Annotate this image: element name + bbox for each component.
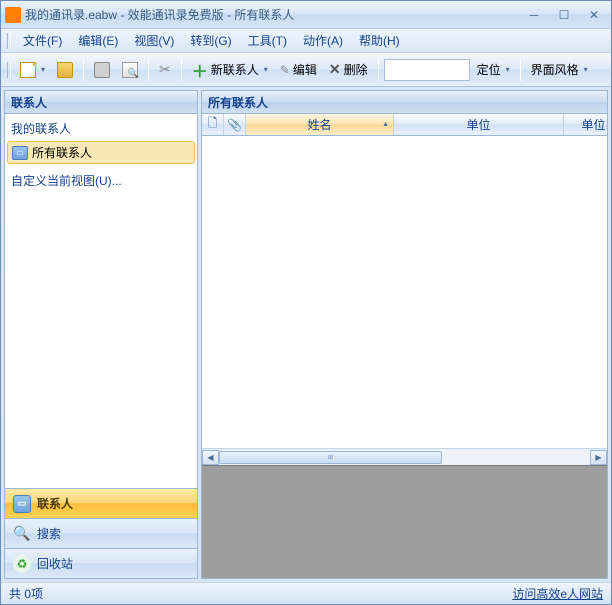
folder-open-icon	[57, 62, 73, 78]
delete-label: 删除	[344, 61, 368, 78]
close-button[interactable]: ✕	[581, 7, 607, 23]
open-button[interactable]	[52, 58, 78, 82]
scroll-track[interactable]	[219, 450, 590, 465]
main-pane: 所有联系人 🗋 📎 姓名 单位 单位 ◀ ▶	[201, 90, 608, 579]
content-area: 联系人 我的联系人 ▭ 所有联系人 自定义当前视图(U)... ▭ 联系人 🔍 …	[1, 87, 611, 582]
main-header: 所有联系人	[202, 91, 607, 114]
nav-search-label: 搜索	[37, 525, 61, 542]
app-icon	[5, 7, 21, 23]
toolbar: ▾ ✂ ＋ 新联系人 ▾ ✎ 编辑 ✕ 删除 定位▾ 界面风格▾	[1, 53, 611, 87]
menu-action[interactable]: 动作(A)	[297, 30, 349, 51]
horizontal-scrollbar[interactable]: ◀ ▶	[202, 448, 607, 465]
contacts-grid: 🗋 📎 姓名 单位 单位	[202, 114, 607, 448]
magnifier-icon: 🔍	[13, 525, 31, 543]
search-input[interactable]	[384, 59, 470, 81]
menu-goto[interactable]: 转到(G)	[184, 30, 237, 51]
delete-icon: ✕	[329, 61, 341, 78]
nav-recycle[interactable]: ♻ 回收站	[5, 548, 197, 578]
nav-recycle-label: 回收站	[37, 555, 73, 572]
titlebar: 我的通讯录.eabw - 效能通讯录免费版 - 所有联系人 ─ ☐ ✕	[1, 1, 611, 29]
customize-view-link[interactable]: 自定义当前视图(U)...	[7, 166, 195, 195]
toolbar-grip-icon	[7, 62, 11, 78]
paperclip-icon: 📎	[227, 118, 242, 132]
detail-panel	[202, 465, 607, 578]
menu-file[interactable]: 文件(F)	[17, 30, 68, 51]
plus-icon: ＋	[192, 58, 208, 82]
cut-button[interactable]: ✂	[154, 58, 176, 82]
scroll-thumb[interactable]	[219, 451, 442, 464]
statusbar: 共 0项 访问高效e人网站	[1, 582, 611, 604]
website-link[interactable]: 访问高效e人网站	[512, 585, 603, 602]
scissors-icon: ✂	[159, 61, 171, 78]
sidebar-header: 联系人	[5, 91, 197, 114]
recycle-icon: ♻	[13, 555, 31, 573]
menu-grip-icon	[7, 33, 11, 49]
contacts-tree: 我的联系人 ▭ 所有联系人 自定义当前视图(U)...	[5, 114, 197, 488]
grid-header-row: 🗋 📎 姓名 单位 单位	[202, 114, 607, 136]
new-file-icon	[20, 62, 36, 78]
scroll-right-button[interactable]: ▶	[590, 450, 607, 465]
preview-button[interactable]	[117, 58, 143, 82]
contacts-card-icon: ▭	[12, 146, 28, 160]
print-button[interactable]	[89, 58, 115, 82]
menu-tools[interactable]: 工具(T)	[242, 30, 293, 51]
col-company[interactable]: 单位	[394, 114, 564, 135]
col-type[interactable]: 🗋	[202, 114, 224, 135]
locate-label: 定位	[477, 61, 501, 78]
menu-help[interactable]: 帮助(H)	[353, 30, 406, 51]
edit-button[interactable]: ✎ 编辑	[275, 58, 322, 82]
menu-edit[interactable]: 编辑(E)	[72, 30, 124, 51]
delete-button[interactable]: ✕ 删除	[324, 58, 373, 82]
sidebar: 联系人 我的联系人 ▭ 所有联系人 自定义当前视图(U)... ▭ 联系人 🔍 …	[4, 90, 198, 579]
app-window: 我的通讯录.eabw - 效能通讯录免费版 - 所有联系人 ─ ☐ ✕ 文件(F…	[0, 0, 612, 605]
all-contacts-label: 所有联系人	[32, 144, 92, 161]
col-unit2[interactable]: 单位	[564, 114, 607, 135]
menubar: 文件(F) 编辑(E) 视图(V) 转到(G) 工具(T) 动作(A) 帮助(H…	[1, 29, 611, 53]
nav-section: ▭ 联系人 🔍 搜索 ♻ 回收站	[5, 488, 197, 578]
page-icon: 🗋	[208, 114, 218, 135]
nav-contacts-label: 联系人	[37, 495, 73, 512]
new-contact-label: 新联系人	[211, 61, 259, 78]
edit-label: 编辑	[293, 61, 317, 78]
print-icon	[94, 62, 110, 78]
locate-button[interactable]: 定位▾	[472, 58, 515, 82]
maximize-button[interactable]: ☐	[551, 7, 577, 23]
nav-contacts[interactable]: ▭ 联系人	[5, 488, 197, 518]
contacts-icon: ▭	[13, 495, 31, 513]
print-preview-icon	[122, 62, 138, 78]
col-attach[interactable]: 📎	[224, 114, 246, 135]
scroll-left-button[interactable]: ◀	[202, 450, 219, 465]
theme-label: 界面风格	[531, 61, 579, 78]
window-title: 我的通讯录.eabw - 效能通讯录免费版 - 所有联系人	[25, 6, 521, 23]
pencil-icon: ✎	[280, 63, 290, 77]
new-contact-button[interactable]: ＋ 新联系人 ▾	[187, 58, 273, 82]
col-name[interactable]: 姓名	[246, 114, 394, 135]
new-file-button[interactable]: ▾	[15, 58, 50, 82]
tree-item-all-contacts[interactable]: ▭ 所有联系人	[7, 141, 195, 164]
theme-button[interactable]: 界面风格▾	[526, 58, 593, 82]
tree-root[interactable]: 我的联系人	[7, 118, 195, 139]
minimize-button[interactable]: ─	[521, 7, 547, 23]
status-count: 共 0项	[9, 585, 43, 602]
menu-view[interactable]: 视图(V)	[128, 30, 180, 51]
nav-search[interactable]: 🔍 搜索	[5, 518, 197, 548]
